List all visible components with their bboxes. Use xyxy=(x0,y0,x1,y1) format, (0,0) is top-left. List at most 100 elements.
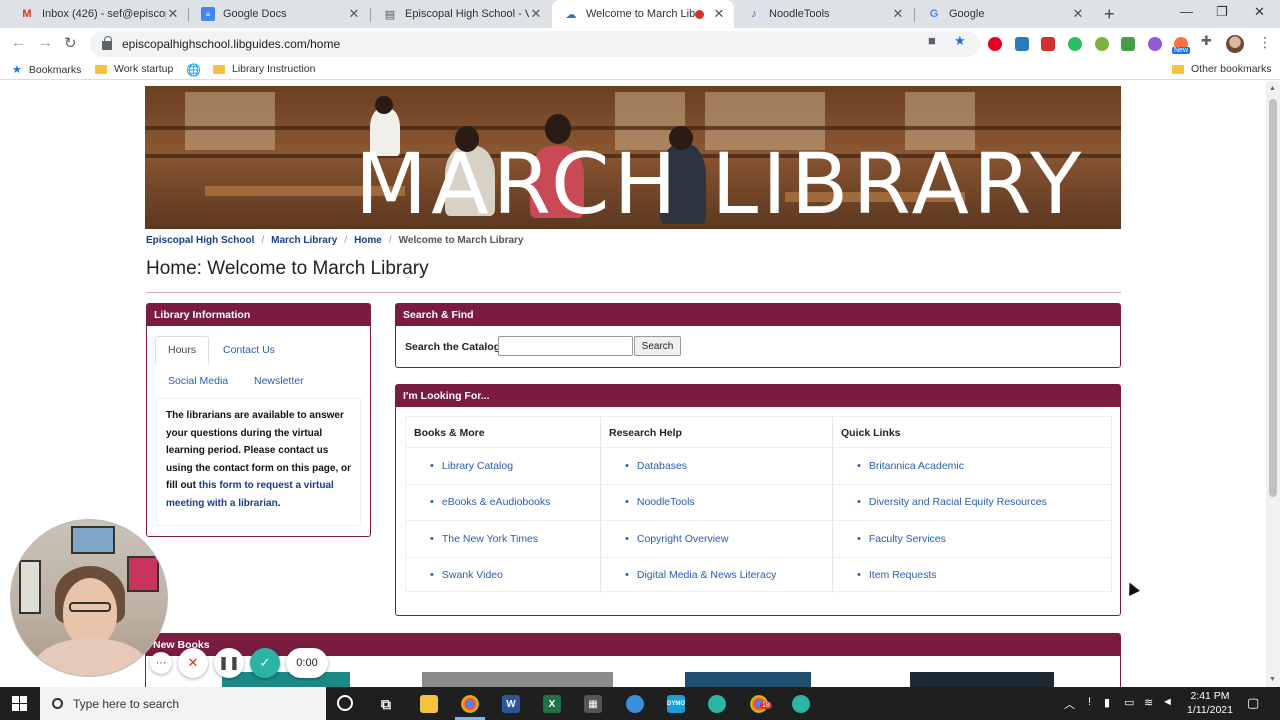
tab-google-docs[interactable]: ≡ Google Docs ✕ xyxy=(189,0,369,28)
globe-icon: 🌐 xyxy=(186,63,201,77)
close-icon[interactable]: ✕ xyxy=(529,6,543,22)
camera-icon[interactable]: ■ xyxy=(928,33,936,48)
scroll-down-icon[interactable]: ▼ xyxy=(1269,676,1276,683)
task-view-icon[interactable]: ⧉ xyxy=(377,695,395,713)
close-icon[interactable]: ✕ xyxy=(347,6,361,22)
puzzle-icon[interactable]: ✚ xyxy=(1201,33,1212,49)
close-icon[interactable]: ✕ xyxy=(166,6,180,22)
breadcrumb-link[interactable]: Episcopal High School xyxy=(146,235,254,246)
scroll-thumb[interactable] xyxy=(1269,99,1277,497)
cortana-icon[interactable] xyxy=(337,695,353,711)
tab-gmail[interactable]: M Inbox (426) - sef@episcopalh ✕ xyxy=(8,0,188,28)
app-icon[interactable] xyxy=(792,695,810,713)
globe-app-icon[interactable] xyxy=(626,695,644,713)
tab-noodletools[interactable]: ♪ NoodleTools ✕ xyxy=(735,0,913,28)
tab-march-library[interactable]: ☁ Welcome to March Library ✕ xyxy=(552,0,734,28)
file-explorer-icon[interactable] xyxy=(420,695,438,713)
extension-icon[interactable] xyxy=(1121,37,1135,51)
tab-contact-us[interactable]: Contact Us xyxy=(223,344,275,356)
book-cover[interactable] xyxy=(685,672,811,687)
pinterest-icon[interactable] xyxy=(988,37,1002,51)
link-library-catalog[interactable]: Library Catalog xyxy=(406,447,600,484)
cancel-recording-icon[interactable]: ✕ xyxy=(178,648,208,678)
tab-episcopal[interactable]: ▤ Episcopal High School - VA ✕ xyxy=(371,0,551,28)
link-copyright[interactable]: Copyright Overview xyxy=(601,520,832,557)
tab-social-media[interactable]: Social Media xyxy=(168,375,228,387)
link-faculty-services[interactable]: Faculty Services xyxy=(833,520,1111,557)
new-badge: New xyxy=(1172,47,1191,54)
link-item-requests[interactable]: Item Requests xyxy=(833,556,1111,594)
forward-icon[interactable]: → xyxy=(38,34,53,51)
profile-avatar[interactable] xyxy=(1226,35,1244,53)
reload-icon[interactable]: ↻ xyxy=(64,34,77,52)
tray-expand-icon[interactable]: ︿ xyxy=(1064,696,1075,712)
word-icon[interactable]: W xyxy=(502,695,520,713)
extension-icon[interactable] xyxy=(1148,37,1162,51)
pause-icon[interactable]: ❚❚ xyxy=(214,648,244,678)
page-scrollbar[interactable]: ▲ ▼ xyxy=(1266,81,1280,687)
tab-google[interactable]: G Google ✕ xyxy=(915,0,1093,28)
easybib-icon[interactable] xyxy=(1095,37,1109,51)
link-digital-media[interactable]: Digital Media & News Literacy xyxy=(601,556,832,594)
omnibox[interactable]: episcopalhighschool.libguides.com/home xyxy=(90,31,980,57)
bookmark-work-startup[interactable]: Work startup xyxy=(95,63,173,75)
docs-icon: ≡ xyxy=(201,7,215,21)
notifications-icon[interactable]: ▢ xyxy=(1247,695,1259,711)
adobe-pdf-icon[interactable] xyxy=(1041,37,1055,51)
bookmark-library-instruction[interactable]: Library Instruction xyxy=(213,63,315,75)
warning-icon[interactable]: ! xyxy=(1088,696,1091,708)
link-ebooks[interactable]: eBooks & eAudiobooks xyxy=(406,483,600,521)
link-swank-video[interactable]: Swank Video xyxy=(406,556,600,594)
minimize-icon[interactable]: — xyxy=(1180,4,1193,19)
screencastify-icon[interactable] xyxy=(708,695,726,713)
book-cover[interactable] xyxy=(910,672,1054,687)
battery-icon[interactable]: ▭ xyxy=(1124,696,1134,709)
link-britannica[interactable]: Britannica Academic xyxy=(833,447,1111,484)
book-cover[interactable] xyxy=(422,672,613,687)
search-button[interactable]: Search xyxy=(634,336,681,356)
globe-bookmark[interactable]: 🌐 xyxy=(186,63,201,77)
chrome-icon[interactable] xyxy=(461,695,479,713)
breadcrumb-link[interactable]: March Library xyxy=(271,235,337,246)
extension-icon[interactable] xyxy=(1015,37,1029,51)
maximize-icon[interactable]: ❐ xyxy=(1216,4,1228,20)
close-icon[interactable]: ✕ xyxy=(712,6,726,22)
microphone-icon[interactable]: ▮ xyxy=(1104,696,1110,709)
school-icon: ▤ xyxy=(384,8,396,21)
more-options-icon[interactable]: ⋯ xyxy=(150,652,172,674)
bookmark-star-icon[interactable]: ★ xyxy=(954,33,966,49)
notification-badge: 18 xyxy=(760,702,772,709)
noodletools-icon: ♪ xyxy=(751,8,757,20)
close-icon[interactable]: ✕ xyxy=(891,6,905,22)
evernote-icon[interactable] xyxy=(1068,37,1082,51)
tab-hours[interactable]: Hours xyxy=(155,336,210,364)
taskbar-clock[interactable]: 2:41 PM 1/11/2021 xyxy=(1180,689,1240,717)
windows-start-icon[interactable] xyxy=(12,696,27,711)
store-icon[interactable]: ▦ xyxy=(584,695,602,713)
taskbar-search[interactable]: Type here to search xyxy=(40,687,326,720)
url-text[interactable]: episcopalhighschool.libguides.com/home xyxy=(122,37,340,51)
breadcrumb-link[interactable]: Home xyxy=(354,235,382,246)
scroll-up-icon[interactable]: ▲ xyxy=(1269,85,1276,92)
breadcrumb-separator: / xyxy=(388,235,392,246)
volume-icon[interactable]: ◄ xyxy=(1162,696,1173,708)
finish-recording-icon[interactable]: ✓ xyxy=(250,648,280,678)
catalog-search-input[interactable] xyxy=(498,336,633,356)
breadcrumb: Episcopal High School / March Library / … xyxy=(146,235,524,246)
tab-newsletter[interactable]: Newsletter xyxy=(254,375,304,387)
new-tab-button[interactable]: + xyxy=(1104,4,1115,25)
bookmark-bookmarks[interactable]: ★ Bookmarks xyxy=(12,63,81,77)
close-window-icon[interactable]: ✕ xyxy=(1254,4,1265,20)
bookmark-other[interactable]: Other bookmarks xyxy=(1172,63,1272,75)
dymo-icon[interactable]: DYMO xyxy=(667,695,685,713)
back-icon[interactable]: ← xyxy=(11,34,26,51)
link-databases[interactable]: Databases xyxy=(601,447,832,484)
excel-icon[interactable]: X xyxy=(543,695,561,713)
menu-icon[interactable]: ⋮ xyxy=(1258,34,1272,51)
link-nytimes[interactable]: The New York Times xyxy=(406,520,600,557)
link-noodletools[interactable]: NoodleTools xyxy=(601,483,832,521)
webcam-bubble[interactable] xyxy=(10,519,168,677)
close-icon[interactable]: ✕ xyxy=(1071,6,1085,22)
wifi-icon[interactable]: ≋ xyxy=(1144,696,1153,709)
link-diversity[interactable]: Diversity and Racial Equity Resources xyxy=(833,483,1111,521)
